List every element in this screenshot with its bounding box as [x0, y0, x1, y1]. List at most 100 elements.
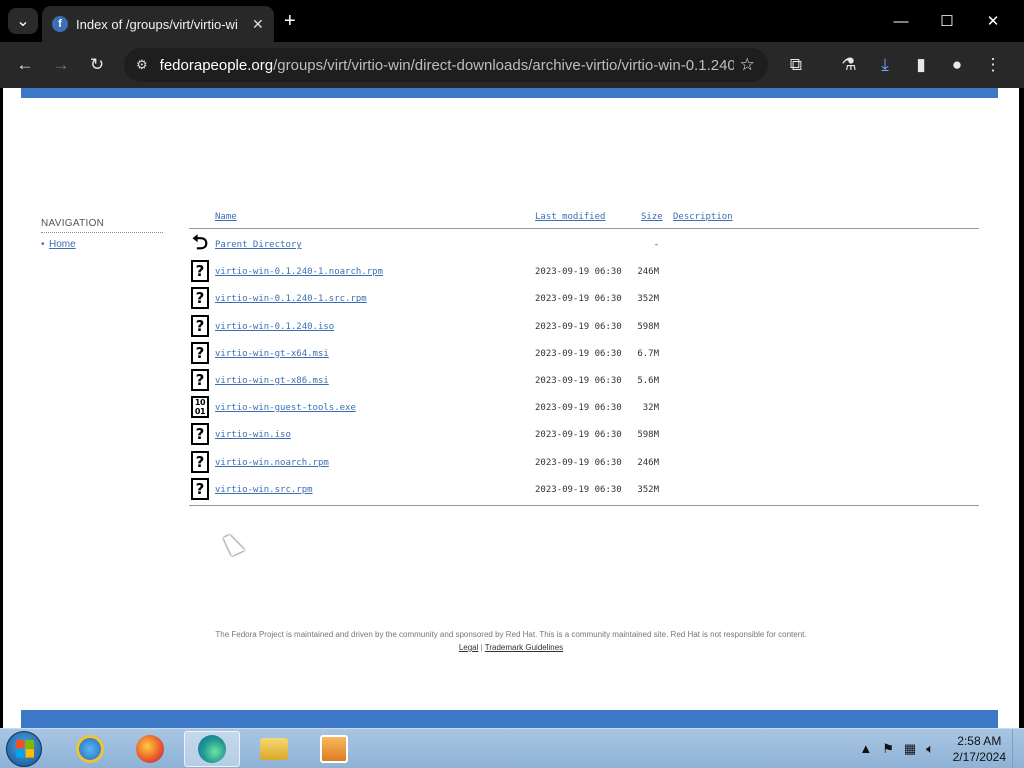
file-link[interactable]: virtio-win-guest-tools.exe [215, 403, 356, 413]
sort-by-description-link[interactable]: Description [673, 212, 733, 222]
sort-by-size-link[interactable]: Size [641, 212, 663, 222]
system-clock[interactable]: 2:58 AM 2/17/2024 [953, 733, 1006, 765]
file-row: ? virtio-win-0.1.240.iso 2023-09-19 06:3… [189, 314, 979, 342]
internet-explorer-icon [76, 735, 104, 763]
file-size: 246M [637, 457, 659, 468]
action-center-flag-icon[interactable]: ⚑ [882, 741, 894, 757]
footer-separator: | [480, 643, 483, 652]
show-hidden-icons-icon[interactable]: ▲ [859, 741, 872, 757]
show-desktop-button[interactable] [1012, 729, 1024, 768]
start-button[interactable] [6, 731, 42, 767]
file-row: ? virtio-win.noarch.rpm 2023-09-19 06:30… [189, 450, 979, 478]
maximize-button[interactable]: ☐ [924, 6, 970, 36]
new-tab-button[interactable]: + [284, 10, 296, 33]
close-window-button[interactable]: ✕ [970, 6, 1016, 36]
page-viewport: NAVIGATION Home Name Last modified Size … [3, 88, 1019, 728]
file-link[interactable]: virtio-win.iso [215, 430, 291, 440]
unknown-file-icon: ? [191, 450, 209, 473]
footer-band [21, 710, 998, 728]
menu-kebab-icon[interactable]: ⋮ [980, 52, 1006, 78]
url-text[interactable]: fedorapeople.org/groups/virt/virtio-win/… [160, 57, 734, 74]
internet-explorer-button[interactable] [62, 731, 118, 767]
file-date: 2023-09-19 06:30 [535, 348, 622, 359]
navigation-panel: NAVIGATION Home [41, 218, 163, 250]
address-bar[interactable]: ⚙ fedorapeople.org/groups/virt/virtio-wi… [124, 48, 768, 82]
tab-search-button[interactable]: ⌄ [8, 8, 38, 34]
listing-header-row: Name Last modified Size Description [189, 212, 979, 228]
file-row: ? virtio-win.iso 2023-09-19 06:30 598M [189, 423, 979, 450]
file-date: 2023-09-19 06:30 [535, 321, 622, 332]
file-size: 6.7M [637, 348, 659, 359]
file-size: 598M [637, 430, 659, 441]
taskbar: ▲ ⚑ ▦ 🔈︎ 2:58 AM 2/17/2024 [0, 728, 1024, 768]
file-link[interactable]: virtio-win-0.1.240-1.src.rpm [215, 294, 367, 304]
header-band [21, 88, 998, 98]
url-host: fedorapeople.org [159, 56, 274, 74]
header-divider [189, 228, 979, 229]
file-date: 2023-09-19 06:30 [535, 430, 622, 441]
navigation-heading: NAVIGATION [41, 218, 163, 233]
profile-avatar-icon[interactable]: ● [944, 52, 970, 78]
file-size: 32M [642, 403, 659, 414]
extensions-icon[interactable]: ⧉ [783, 52, 809, 78]
windows-logo-icon [16, 740, 34, 758]
unknown-file-icon: ? [191, 368, 209, 391]
file-link[interactable]: virtio-win-0.1.240.iso [215, 322, 334, 332]
sort-by-modified-link[interactable]: Last modified [535, 212, 605, 222]
file-size: 246M [637, 267, 659, 278]
file-row: ? virtio-win-gt-x86.msi 2023-09-19 06:30… [189, 368, 979, 396]
folder-icon [260, 738, 288, 760]
media-player-icon [320, 735, 348, 763]
clock-time: 2:58 AM [957, 734, 1002, 748]
directory-listing: Name Last modified Size Description ⮌ Pa… [189, 212, 979, 510]
unknown-file-icon: ? [191, 423, 209, 446]
network-icon[interactable]: ▦ [904, 741, 916, 757]
tab-title: Index of /groups/virt/virtio-wi [76, 16, 238, 32]
edge-icon [198, 735, 226, 763]
site-info-icon[interactable]: ⚙ [136, 57, 148, 73]
parent-directory-link[interactable]: Parent Directory [215, 240, 302, 250]
home-link[interactable]: Home [49, 239, 76, 250]
browser-tab[interactable]: f Index of /groups/virt/virtio-wi ✕ [42, 6, 274, 42]
fedora-favicon-icon: f [52, 16, 68, 32]
footer-divider [189, 504, 979, 506]
tab-close-icon[interactable]: ✕ [252, 16, 264, 33]
edge-button[interactable] [184, 731, 240, 767]
download-icon[interactable]: ⤓ [872, 52, 898, 78]
labs-flask-icon[interactable]: ⚗ [836, 52, 862, 78]
footer-text: The Fedora Project is maintained and dri… [215, 630, 807, 639]
unknown-file-icon: ? [191, 314, 209, 337]
page-footer: The Fedora Project is maintained and dri… [3, 630, 1019, 652]
file-link[interactable]: virtio-win-gt-x64.msi [215, 349, 329, 359]
bookmark-star-icon[interactable]: ☆ [740, 55, 755, 75]
url-path: /groups/virt/virtio-win/direct-downloads… [273, 56, 734, 74]
binary-file-icon: 10 01 [191, 396, 209, 419]
system-tray: ▲ ⚑ ▦ 🔈︎ [859, 741, 934, 757]
sort-by-name-link[interactable]: Name [215, 212, 237, 222]
side-panel-icon[interactable]: ▮ [908, 52, 934, 78]
chevron-down-icon: ⌄ [16, 13, 30, 30]
nav-item-home: Home [41, 239, 163, 250]
trademark-guidelines-link[interactable]: Trademark Guidelines [485, 643, 563, 652]
back-folder-icon: ⮌ [191, 230, 209, 255]
file-link[interactable]: virtio-win-gt-x86.msi [215, 376, 329, 386]
file-link[interactable]: virtio-win-0.1.240-1.noarch.rpm [215, 267, 383, 277]
media-player-button[interactable] [306, 731, 362, 767]
file-link[interactable]: virtio-win.src.rpm [215, 485, 313, 495]
clock-date: 2/17/2024 [952, 750, 1006, 764]
unknown-file-icon: ? [191, 341, 209, 364]
minimize-button[interactable]: — [878, 6, 924, 36]
mouse-pointer-icon [223, 531, 245, 557]
forward-arrow-icon[interactable]: → [48, 52, 74, 78]
legal-link[interactable]: Legal [459, 643, 479, 652]
file-link[interactable]: virtio-win.noarch.rpm [215, 458, 329, 468]
footer-links: Legal | Trademark Guidelines [3, 643, 1019, 652]
reload-icon[interactable]: ↻ [84, 52, 110, 78]
file-explorer-button[interactable] [246, 731, 302, 767]
file-size: 5.6M [637, 375, 659, 386]
back-arrow-icon[interactable]: ← [12, 52, 38, 78]
firefox-button[interactable] [122, 731, 178, 767]
volume-icon[interactable]: 🔈︎ [926, 741, 934, 757]
file-size: 352M [637, 484, 659, 495]
navigation-list: Home [41, 239, 163, 250]
